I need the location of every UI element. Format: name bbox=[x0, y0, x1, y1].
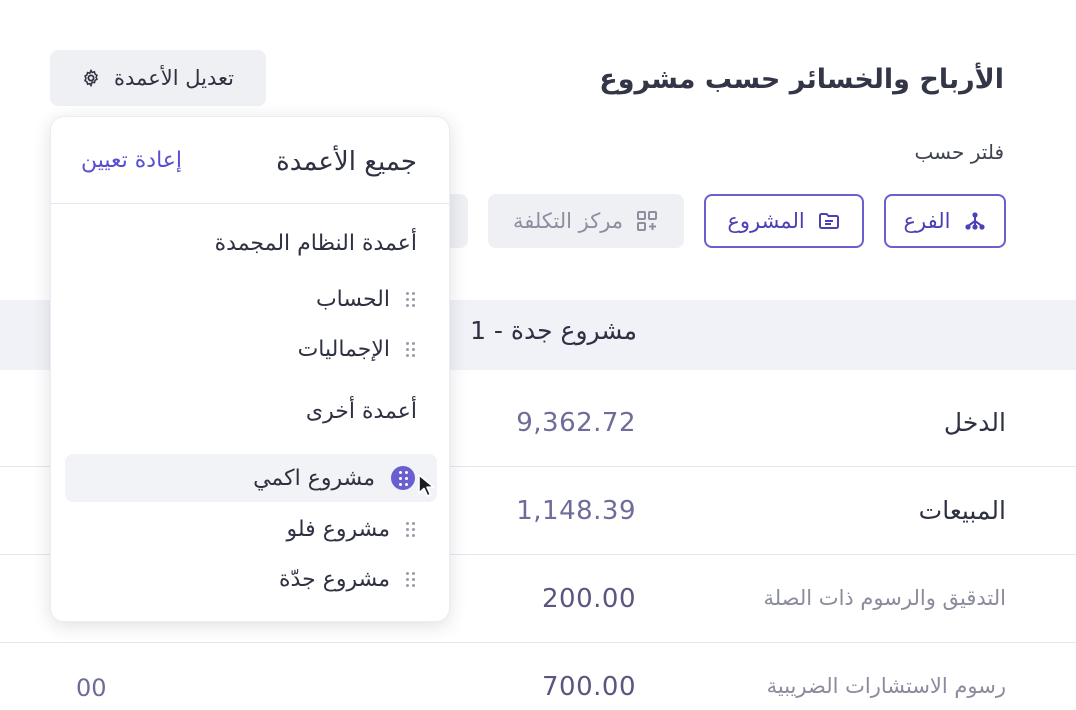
drag-handle-icon[interactable] bbox=[406, 341, 415, 357]
grid-plus-icon bbox=[637, 211, 658, 231]
column-header-jeddah-1: مشروع جدة - 1 bbox=[470, 316, 637, 345]
branch-icon bbox=[964, 212, 985, 230]
column-item-label: مشروع جدّة bbox=[279, 566, 390, 592]
row-label-income: الدخل bbox=[943, 408, 1006, 437]
row-label-tax-consulting: رسوم الاستشارات الضريبية bbox=[766, 674, 1006, 698]
folder-icon bbox=[818, 213, 839, 229]
filter-chip-project-label: المشروع bbox=[727, 209, 805, 233]
pl-by-project-card: الأرباح والخسائر حسب مشروع فلتر حسب تعدي… bbox=[0, 0, 1076, 710]
dropdown-title: جميع الأعمدة bbox=[276, 147, 417, 177]
drag-handle-icon[interactable] bbox=[406, 521, 415, 537]
row-value-tax-consulting: 700.00 bbox=[542, 672, 636, 702]
dropdown-divider bbox=[51, 203, 451, 204]
column-item-label: مشروع فلو bbox=[286, 516, 390, 542]
gear-icon bbox=[84, 69, 99, 87]
column-item-totals[interactable]: الإجماليات bbox=[65, 325, 437, 373]
column-item-jeddah-project[interactable]: مشروع جدّة bbox=[65, 555, 437, 603]
filter-label: فلتر حسب bbox=[914, 140, 1004, 164]
column-item-label: مشروع اكمي bbox=[253, 465, 375, 491]
row-divider bbox=[0, 642, 1076, 643]
filter-chip-branch[interactable]: الفرع bbox=[884, 194, 1006, 248]
columns-dropdown: جميع الأعمدة إعادة تعيين أعمدة النظام ال… bbox=[50, 116, 451, 622]
drag-handle-icon[interactable] bbox=[406, 571, 415, 587]
filter-chip-branch-label: الفرع bbox=[903, 209, 951, 233]
filter-chip-cost-center-label: مركز التكلفة bbox=[512, 209, 624, 233]
column-item-label: الإجماليات bbox=[297, 336, 390, 362]
row-value-cut: 00 bbox=[76, 674, 107, 702]
row-value-sales: 1,148.39 bbox=[516, 496, 636, 526]
drag-handle-icon[interactable] bbox=[406, 291, 415, 307]
row-value-income: 9,362.72 bbox=[516, 408, 636, 438]
row-label-audit-fees: التدقيق والرسوم ذات الصلة bbox=[763, 586, 1006, 610]
group-label-frozen: أعمدة النظام المجمدة bbox=[214, 231, 417, 256]
column-item-acme-project[interactable]: مشروع اكمي bbox=[65, 454, 437, 502]
group-label-other: أعمدة أخرى bbox=[305, 399, 417, 424]
column-item-account[interactable]: الحساب bbox=[65, 275, 437, 323]
mouse-cursor-icon bbox=[418, 474, 435, 497]
edit-columns-label: تعديل الأعمدة bbox=[114, 66, 234, 90]
page-title: الأرباح والخسائر حسب مشروع bbox=[599, 64, 1004, 95]
reset-button[interactable]: إعادة تعيين bbox=[81, 148, 182, 173]
drag-handle-icon[interactable] bbox=[391, 466, 415, 490]
edit-columns-button[interactable]: تعديل الأعمدة bbox=[50, 50, 266, 106]
column-item-flow-project[interactable]: مشروع فلو bbox=[65, 505, 437, 553]
column-item-label: الحساب bbox=[315, 286, 390, 312]
row-value-audit-fees: 200.00 bbox=[542, 584, 636, 614]
filter-chip-cost-center[interactable]: مركز التكلفة bbox=[488, 194, 684, 248]
filter-chip-project[interactable]: المشروع bbox=[704, 194, 864, 248]
row-label-sales: المبيعات bbox=[918, 496, 1006, 525]
